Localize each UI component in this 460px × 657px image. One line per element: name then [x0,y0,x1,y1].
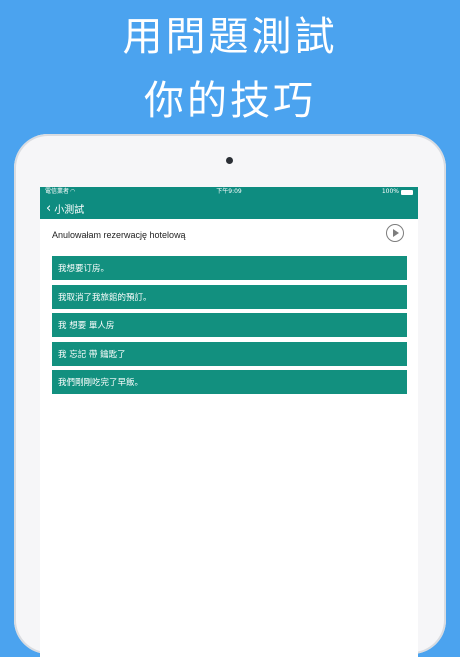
ipad-frame: 電信業者 ◠ 下午9:09 100% ‹ 小測試 Anulowałam reze… [14,134,446,657]
battery-status: 100% [382,187,413,197]
status-time: 下午9:09 [216,188,242,195]
answer-option[interactable]: 我想要订房。 [52,256,407,280]
camera-icon [226,157,233,164]
play-circle-icon[interactable] [386,224,404,242]
question-row: Anulowałam rezerwację hotelową [40,219,418,251]
chevron-left-icon[interactable]: ‹ [46,202,51,215]
battery-percent: 100% [381,188,399,195]
answer-option[interactable]: 我取消了我旅館的預訂。 [52,284,407,309]
promo-title-line2: 你的技巧 [144,78,316,124]
app-screen: 電信業者 ◠ 下午9:09 100% ‹ 小測試 Anulowałam reze… [40,187,418,657]
answer-list: 我想要订房。 我取消了我旅館的預訂。 我 想要 單人房 我 忘記 帶 鑰匙了 我… [40,251,418,394]
back-button[interactable]: 小測試 [54,201,84,216]
battery-icon [401,189,413,195]
nav-bar: ‹ 小測試 [40,197,418,219]
answer-option[interactable]: 我們剛剛吃完了早飯。 [52,370,407,394]
status-bar: 電信業者 ◠ 下午9:09 100% [40,187,418,197]
answer-option[interactable]: 我 想要 單人房 [52,313,407,337]
promo-title-line1: 用問題測試 [122,14,338,60]
answer-option[interactable]: 我 忘記 帶 鑰匙了 [52,341,407,366]
question-text: Anulowałam rezerwację hotelową [52,230,186,240]
